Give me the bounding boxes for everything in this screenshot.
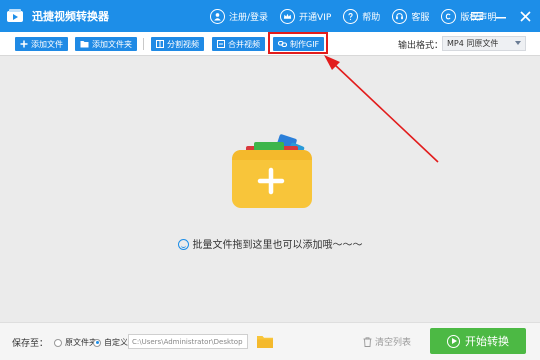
smile-icon <box>177 239 189 250</box>
merge-icon <box>217 40 225 48</box>
headset-icon <box>392 8 408 24</box>
vip-crown-icon <box>280 8 296 24</box>
minimize-button[interactable] <box>492 7 510 25</box>
radio-custom-folder-label: 自定义 <box>104 338 128 347</box>
save-path-field[interactable]: C:\Users\Administrator\Desktop <box>128 334 248 349</box>
split-video-button[interactable]: 分割视频 <box>151 37 204 51</box>
output-format-value: MP4 同原文件 <box>447 39 499 48</box>
file-drop-area[interactable]: 批量文件拖到这里也可以添加哦～～～ <box>0 56 540 322</box>
radio-original-folder[interactable]: 原文件夹 <box>54 337 97 348</box>
plus-icon <box>20 40 28 48</box>
start-convert-button[interactable]: 开始转换 <box>430 328 526 354</box>
highlight-box <box>268 32 328 54</box>
trash-icon <box>363 336 372 347</box>
split-video-label: 分割视频 <box>167 39 199 49</box>
add-file-button[interactable]: 添加文件 <box>15 37 68 51</box>
customer-service-link[interactable]: 客服 <box>392 8 430 24</box>
register-login-label: 注册/登录 <box>229 12 269 23</box>
menu-button[interactable] <box>468 7 486 25</box>
browse-folder-icon[interactable] <box>256 333 274 349</box>
radio-unchecked-icon <box>54 338 62 347</box>
footer-bar: 保存至： 原文件夹 自定义 C:\Users\Administrator\Des… <box>0 322 540 360</box>
start-convert-label: 开始转换 <box>465 335 509 348</box>
user-icon <box>210 8 225 24</box>
app-title: 迅捷视频转换器 <box>32 10 109 23</box>
app-logo-icon <box>7 9 23 22</box>
clear-list-label: 清空列表 <box>375 338 412 348</box>
output-format-label: 输出格式： <box>398 41 444 51</box>
output-format-select[interactable]: MP4 同原文件 <box>442 36 526 51</box>
save-to-label: 保存至： <box>12 339 49 349</box>
play-icon <box>447 334 460 348</box>
add-file-label: 添加文件 <box>31 39 63 49</box>
merge-video-button[interactable]: 合并视频 <box>212 37 265 51</box>
window-controls <box>462 0 534 32</box>
drop-hint-text: 批量文件拖到这里也可以添加哦～～～ <box>192 240 363 251</box>
chevron-down-icon <box>515 41 521 45</box>
add-folder-button[interactable]: 添加文件夹 <box>75 37 137 51</box>
open-vip-label: 开通VIP <box>299 12 332 23</box>
menu-icon <box>471 12 483 20</box>
add-files-folder-icon[interactable] <box>228 130 314 210</box>
close-button[interactable] <box>516 7 534 25</box>
save-path-value: C:\Users\Administrator\Desktop <box>132 337 243 346</box>
folder-icon <box>80 41 89 48</box>
split-icon <box>156 40 164 48</box>
clear-list-button[interactable]: 清空列表 <box>363 335 411 348</box>
toolbar-divider <box>143 38 144 50</box>
register-login-link[interactable]: 注册/登录 <box>210 8 269 24</box>
help-label: 帮助 <box>362 12 381 23</box>
open-vip-link[interactable]: 开通VIP <box>280 8 332 24</box>
merge-video-label: 合并视频 <box>228 39 260 49</box>
minimize-icon <box>496 17 506 19</box>
add-folder-label: 添加文件夹 <box>92 39 132 49</box>
customer-service-label: 客服 <box>411 12 430 23</box>
help-icon <box>343 8 359 24</box>
help-link[interactable]: 帮助 <box>343 8 381 24</box>
radio-checked-icon <box>93 338 101 347</box>
radio-custom-folder[interactable]: 自定义 <box>93 337 128 348</box>
title-bar: 迅捷视频转换器 注册/登录 开通VIP 帮助 客服 版权声明 <box>0 0 540 32</box>
close-icon <box>519 10 531 22</box>
copyright-icon <box>441 8 457 24</box>
drop-hint: 批量文件拖到这里也可以添加哦～～～ <box>0 236 540 251</box>
